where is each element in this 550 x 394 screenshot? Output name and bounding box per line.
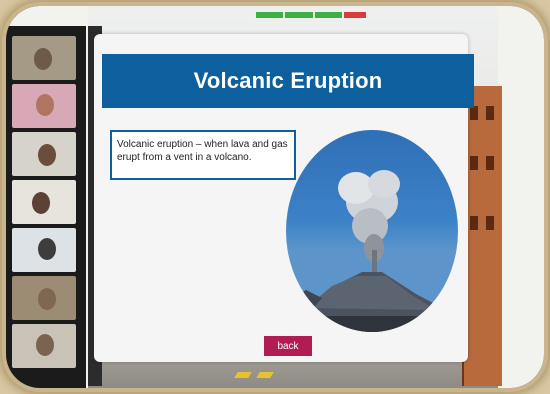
brick-building [462,86,502,386]
title-banner: Volcanic Eruption [102,54,474,108]
slide-title: Volcanic Eruption [193,68,383,93]
participant-video[interactable] [12,324,76,368]
participant-video[interactable] [12,36,76,80]
back-button[interactable]: back [264,336,312,356]
video-gallery [6,26,86,388]
participant-video[interactable] [12,132,76,176]
participant-video[interactable] [12,180,76,224]
slide-card: Volcanic Eruption Volcanic eruption – wh… [94,34,474,362]
status-bar [256,12,366,18]
screen-frame: Volcanic Eruption Volcanic eruption – wh… [6,6,544,388]
participant-video[interactable] [12,84,76,128]
participant-video[interactable] [12,276,76,320]
volcano-photo [286,130,458,332]
participant-video[interactable] [12,228,76,272]
definition-text: Volcanic eruption – when lava and gas er… [117,139,288,163]
definition-box: Volcanic eruption – when lava and gas er… [110,130,296,180]
